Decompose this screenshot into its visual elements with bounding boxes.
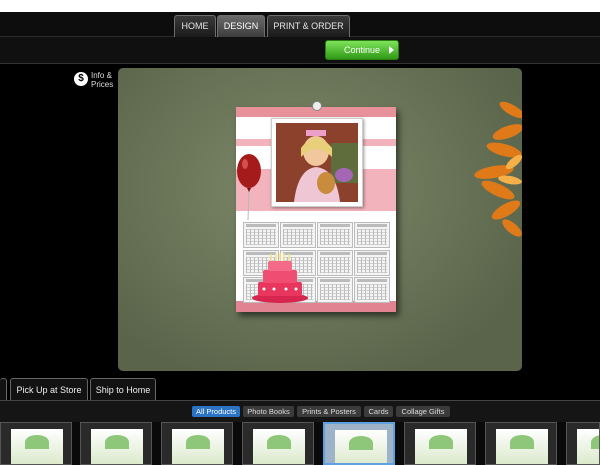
tab-pick-up-at-store[interactable]: Pick Up at Store (10, 378, 88, 401)
window-top-strip (0, 0, 600, 12)
tab-design[interactable]: DESIGN (217, 15, 265, 37)
continue-button[interactable]: Continue (325, 40, 399, 60)
calendar-pin (312, 101, 322, 111)
calendar-month (317, 277, 353, 303)
birthday-cake-graphic (252, 253, 308, 303)
category-all-products[interactable]: All Products (192, 406, 240, 417)
product-thumbnail[interactable] (80, 422, 152, 465)
category-collage-gifts[interactable]: Collage Gifts (396, 406, 450, 417)
main-tab-bar: HOME DESIGN PRINT & ORDER (0, 12, 600, 37)
delivery-tab-bar: Pick Up at Store Ship to Home (0, 378, 600, 401)
product-thumbnail[interactable] (242, 422, 314, 465)
category-filter-bar: All Products Photo Books Prints & Poster… (0, 400, 600, 423)
photo-frame[interactable] (271, 118, 363, 207)
info-line-2: Prices (91, 80, 114, 89)
tab-print-order[interactable]: PRINT & ORDER (267, 15, 350, 37)
category-prints-posters[interactable]: Prints & Posters (297, 406, 361, 417)
child-photo (276, 123, 358, 202)
product-thumbnail-strip (0, 422, 600, 465)
info-prices-link[interactable]: $ Info & Prices (74, 72, 118, 94)
info-line-1: Info & (91, 71, 112, 80)
play-arrow-icon (389, 46, 394, 54)
balloon-graphic (237, 154, 261, 221)
category-photo-books[interactable]: Photo Books (243, 406, 294, 417)
flower-image (474, 101, 522, 237)
product-thumbnail[interactable] (404, 422, 476, 465)
product-thumbnail[interactable] (161, 422, 233, 465)
calendar-month (317, 250, 353, 276)
dollar-icon: $ (74, 72, 88, 86)
calendar-month (354, 222, 390, 248)
calendar-month (354, 277, 390, 303)
tab-ship-to-home[interactable]: Ship to Home (90, 378, 156, 401)
product-thumbnail[interactable] (566, 422, 600, 465)
calendar-month (280, 222, 316, 248)
tab-home[interactable]: HOME (174, 15, 216, 37)
calendar-month (243, 222, 279, 248)
tab-partial[interactable] (0, 378, 7, 401)
continue-label: Continue (343, 45, 381, 55)
action-bar: Continue (0, 37, 600, 64)
calendar-month (354, 250, 390, 276)
calendar-month (317, 222, 353, 248)
category-cards[interactable]: Cards (364, 406, 393, 417)
product-thumbnail[interactable] (485, 422, 557, 465)
product-thumbnail-selected[interactable] (323, 422, 395, 465)
product-thumbnail[interactable] (0, 422, 72, 465)
